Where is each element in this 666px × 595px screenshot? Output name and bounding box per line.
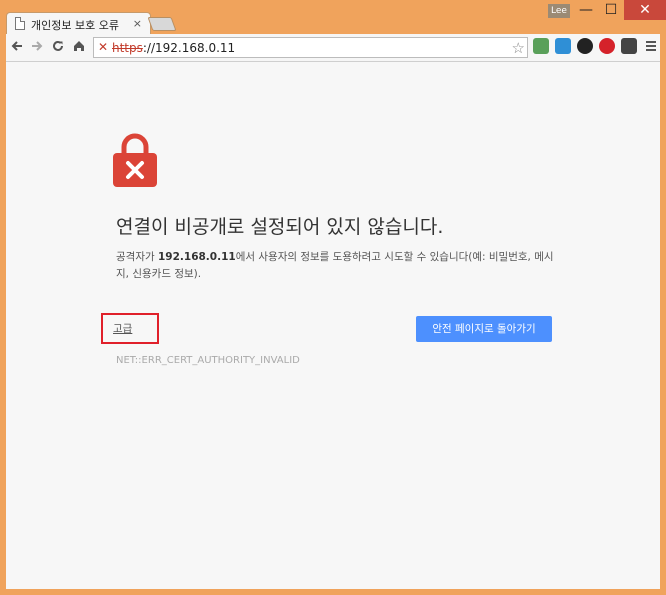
error-description: 공격자가 192.168.0.11에서 사용자의 정보를 도용하려고 시도할 수… (116, 249, 556, 283)
reload-icon[interactable] (49, 39, 67, 57)
desc-host: 192.168.0.11 (157, 251, 236, 263)
browser-window: 개인정보 보호 오류 × Lee — ☐ ✕ ✕ https://192.168… (0, 0, 666, 595)
back-to-safety-button[interactable]: 안전 페이지로 돌아가기 (416, 316, 552, 342)
padlock-error-icon (113, 133, 157, 187)
url-host: ://192.168.0.11 (142, 41, 236, 55)
extension-icon-5[interactable] (621, 38, 637, 54)
back-arrow-icon[interactable] (8, 39, 26, 57)
tab-title: 개인정보 보호 오류 (31, 19, 119, 32)
url-scheme: https (112, 41, 143, 55)
maximize-button[interactable]: ☐ (598, 0, 624, 20)
page-content: 연결이 비공개로 설정되어 있지 않습니다. 공격자가 192.168.0.11… (6, 62, 660, 589)
new-tab-button[interactable] (147, 17, 177, 31)
tab-close-icon[interactable]: × (133, 17, 142, 30)
forward-arrow-icon[interactable] (28, 39, 46, 57)
advanced-link[interactable]: 고급 (113, 321, 132, 336)
desc-prefix: 공격자가 (116, 251, 158, 263)
extension-icon-1[interactable] (533, 38, 549, 54)
home-icon[interactable] (70, 39, 88, 57)
tab-active[interactable]: 개인정보 보호 오류 × (6, 12, 151, 34)
page-title: 연결이 비공개로 설정되어 있지 않습니다. (116, 216, 444, 238)
extension-icon-3[interactable] (577, 38, 593, 54)
profile-button[interactable]: Lee (548, 4, 570, 18)
url-text[interactable]: https://192.168.0.11 (112, 41, 235, 55)
page-icon (15, 17, 25, 30)
pinterest-icon[interactable] (599, 38, 615, 54)
address-bar[interactable]: ✕ https://192.168.0.11 ☆ (93, 37, 528, 58)
star-icon[interactable]: ☆ (512, 39, 525, 57)
error-code: NET::ERR_CERT_AUTHORITY_INVALID (116, 355, 300, 366)
close-window-button[interactable]: ✕ (624, 0, 666, 20)
menu-icon[interactable] (642, 39, 660, 57)
minimize-button[interactable]: — (574, 0, 598, 20)
broken-lock-icon[interactable]: ✕ (98, 40, 108, 54)
browser-toolbar: ✕ https://192.168.0.11 ☆ (6, 34, 660, 62)
extension-icon-2[interactable] (555, 38, 571, 54)
title-bar: 개인정보 보호 오류 × Lee — ☐ ✕ (0, 0, 666, 34)
